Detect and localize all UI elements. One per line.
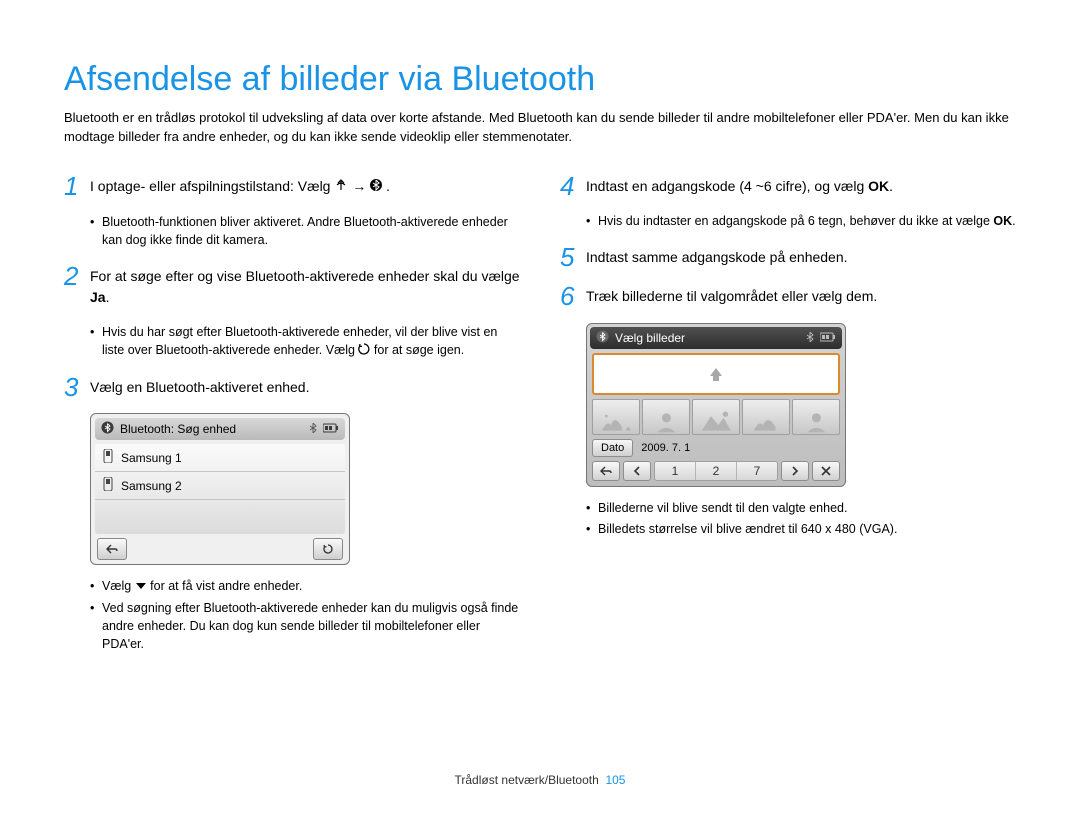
step-number-4: 4: [560, 173, 586, 200]
page-title: Afsendelse af billeder via Bluetooth: [64, 60, 1016, 99]
step4-bullet: Hvis du indtaster en adgangskode på 6 te…: [586, 212, 1016, 230]
step-number-5: 5: [560, 244, 586, 271]
device-row[interactable]: Samsung 1: [95, 444, 345, 472]
step-number-3: 3: [64, 374, 90, 401]
page-footer: Trådløst netværk/Bluetooth 105: [0, 773, 1080, 787]
step1-text: I optage- eller afspilningstilstand: Væl…: [90, 176, 520, 197]
thumbnail[interactable]: [792, 399, 840, 435]
step3-text: Vælg en Bluetooth-aktiveret enhed.: [90, 377, 520, 397]
step-number-2: 2: [64, 263, 90, 311]
step5-text: Indtast samme adgangskode på enheden.: [586, 247, 1016, 267]
bluetooth-icon: [596, 330, 609, 346]
step4-text: Indtast en adgangskode (4 ~6 cifre), og …: [586, 176, 1016, 196]
device-row[interactable]: Samsung 2: [95, 472, 345, 500]
date-button[interactable]: Dato: [592, 439, 633, 457]
down-arrow-icon: [135, 578, 147, 596]
intro-text: Bluetooth er en trådløs protokol til udv…: [64, 109, 1016, 147]
up-arrow-icon: [707, 365, 725, 383]
close-button[interactable]: [812, 461, 840, 481]
device-name: Samsung 2: [121, 479, 182, 493]
phone-icon: [103, 477, 113, 494]
step2-bullet: Hvis du har søgt efter Bluetooth-aktiver…: [90, 323, 520, 360]
step-number-6: 6: [560, 283, 586, 310]
thumbnail[interactable]: [642, 399, 690, 435]
prev-button[interactable]: [623, 461, 651, 481]
battery-icon: [820, 331, 836, 345]
step-number-1: 1: [64, 173, 90, 201]
page-number: 105: [605, 773, 625, 787]
selection-drop-area[interactable]: [592, 353, 840, 395]
step6-bullet-2: Billedets størrelse vil blive ændret til…: [586, 520, 1016, 538]
refresh-icon: [358, 342, 370, 360]
bluetooth-small-icon: [806, 331, 814, 345]
date-label: 2009. 7. 1: [641, 442, 690, 454]
camera-screenshot-select: Vælg billeder Dato 2009. 7. 1: [586, 323, 846, 487]
cam1-title: Bluetooth: Søg enhed: [120, 422, 303, 436]
cam2-title: Vælg billeder: [615, 331, 800, 345]
step3-bullet-1: Vælg for at få vist andre enheder.: [90, 577, 520, 596]
phone-icon: [103, 449, 113, 466]
thumbnail[interactable]: [742, 399, 790, 435]
refresh-button[interactable]: [313, 538, 343, 560]
device-name: Samsung 1: [121, 451, 182, 465]
bluetooth-icon: [370, 177, 382, 197]
page-indicator: 1 2 7: [654, 461, 778, 481]
step6-bullet-1: Billederne vil blive sendt til den valgt…: [586, 499, 1016, 517]
wireless-icon: [334, 177, 348, 197]
step2-text: For at søge efter og vise Bluetooth-akti…: [90, 266, 520, 307]
camera-screenshot-search: Bluetooth: Søg enhed Samsung 1 Samsung 2: [90, 413, 350, 565]
thumbnail[interactable]: [692, 399, 740, 435]
battery-icon: [323, 422, 339, 436]
step3-bullet-2: Ved søgning efter Bluetooth-aktiverede e…: [90, 599, 520, 653]
back-button[interactable]: [592, 461, 620, 481]
next-button[interactable]: [781, 461, 809, 481]
thumbnail[interactable]: [592, 399, 640, 435]
bluetooth-small-icon: [309, 422, 317, 436]
step6-text: Træk billederne til valgområdet eller væ…: [586, 286, 1016, 306]
step1-bullet: Bluetooth-funktionen bliver aktiveret. A…: [90, 213, 520, 249]
back-button[interactable]: [97, 538, 127, 560]
bluetooth-icon: [101, 421, 114, 437]
